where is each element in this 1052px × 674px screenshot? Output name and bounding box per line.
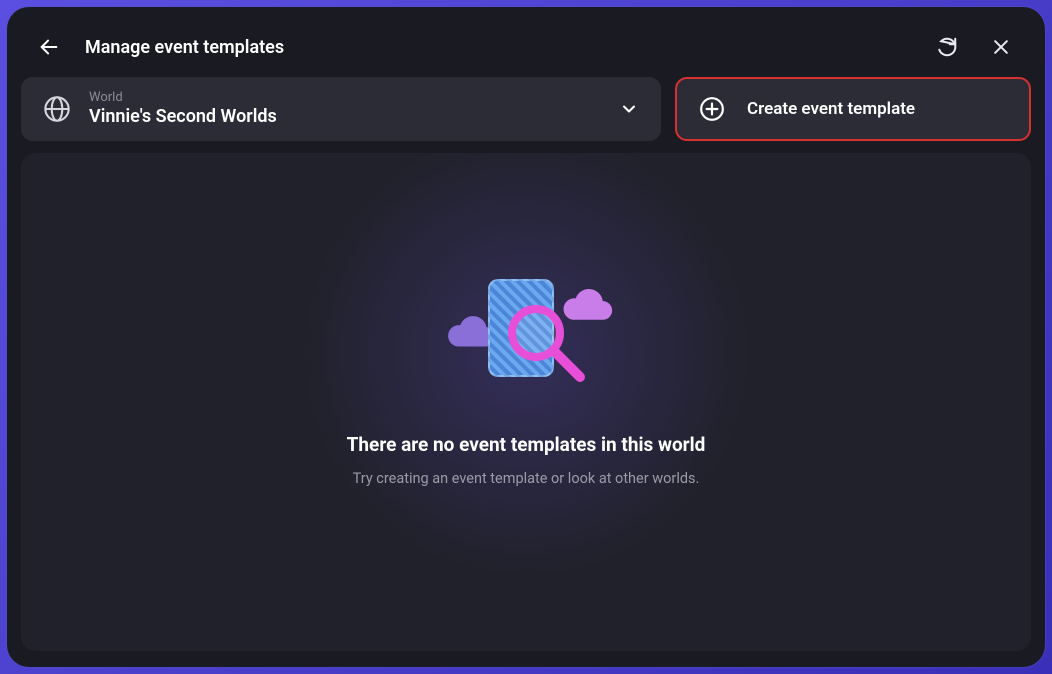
- empty-state: There are no event templates in this wor…: [347, 273, 706, 487]
- close-icon: [991, 37, 1011, 57]
- outer-frame: Manage event templates: [0, 0, 1052, 674]
- create-event-template-button[interactable]: Create event template: [675, 77, 1031, 141]
- world-selector-text: World Vinnie's Second Worlds: [89, 90, 619, 129]
- globe-icon: [43, 95, 71, 123]
- plus-circle-icon: [699, 96, 725, 122]
- empty-state-illustration: [446, 273, 606, 403]
- empty-state-title: There are no event templates in this wor…: [347, 433, 706, 456]
- action-row: World Vinnie's Second Worlds: [21, 77, 1031, 141]
- back-button[interactable]: [31, 29, 67, 65]
- header-bar: Manage event templates: [21, 21, 1031, 73]
- modal-window: Manage event templates: [7, 7, 1045, 667]
- world-selector-value: Vinnie's Second Worlds: [89, 105, 619, 128]
- chevron-down-icon: [619, 99, 639, 119]
- world-selector-label: World: [89, 90, 619, 106]
- refresh-icon: [936, 36, 958, 58]
- world-selector[interactable]: World Vinnie's Second Worlds: [21, 77, 661, 141]
- close-button[interactable]: [983, 29, 1019, 65]
- magnifying-glass-icon: [504, 301, 588, 385]
- page-title: Manage event templates: [85, 37, 911, 58]
- empty-state-subtitle: Try creating an event template or look a…: [353, 470, 700, 487]
- refresh-button[interactable]: [929, 29, 965, 65]
- create-button-label: Create event template: [747, 99, 915, 119]
- content-panel: There are no event templates in this wor…: [21, 153, 1031, 651]
- arrow-left-icon: [38, 36, 60, 58]
